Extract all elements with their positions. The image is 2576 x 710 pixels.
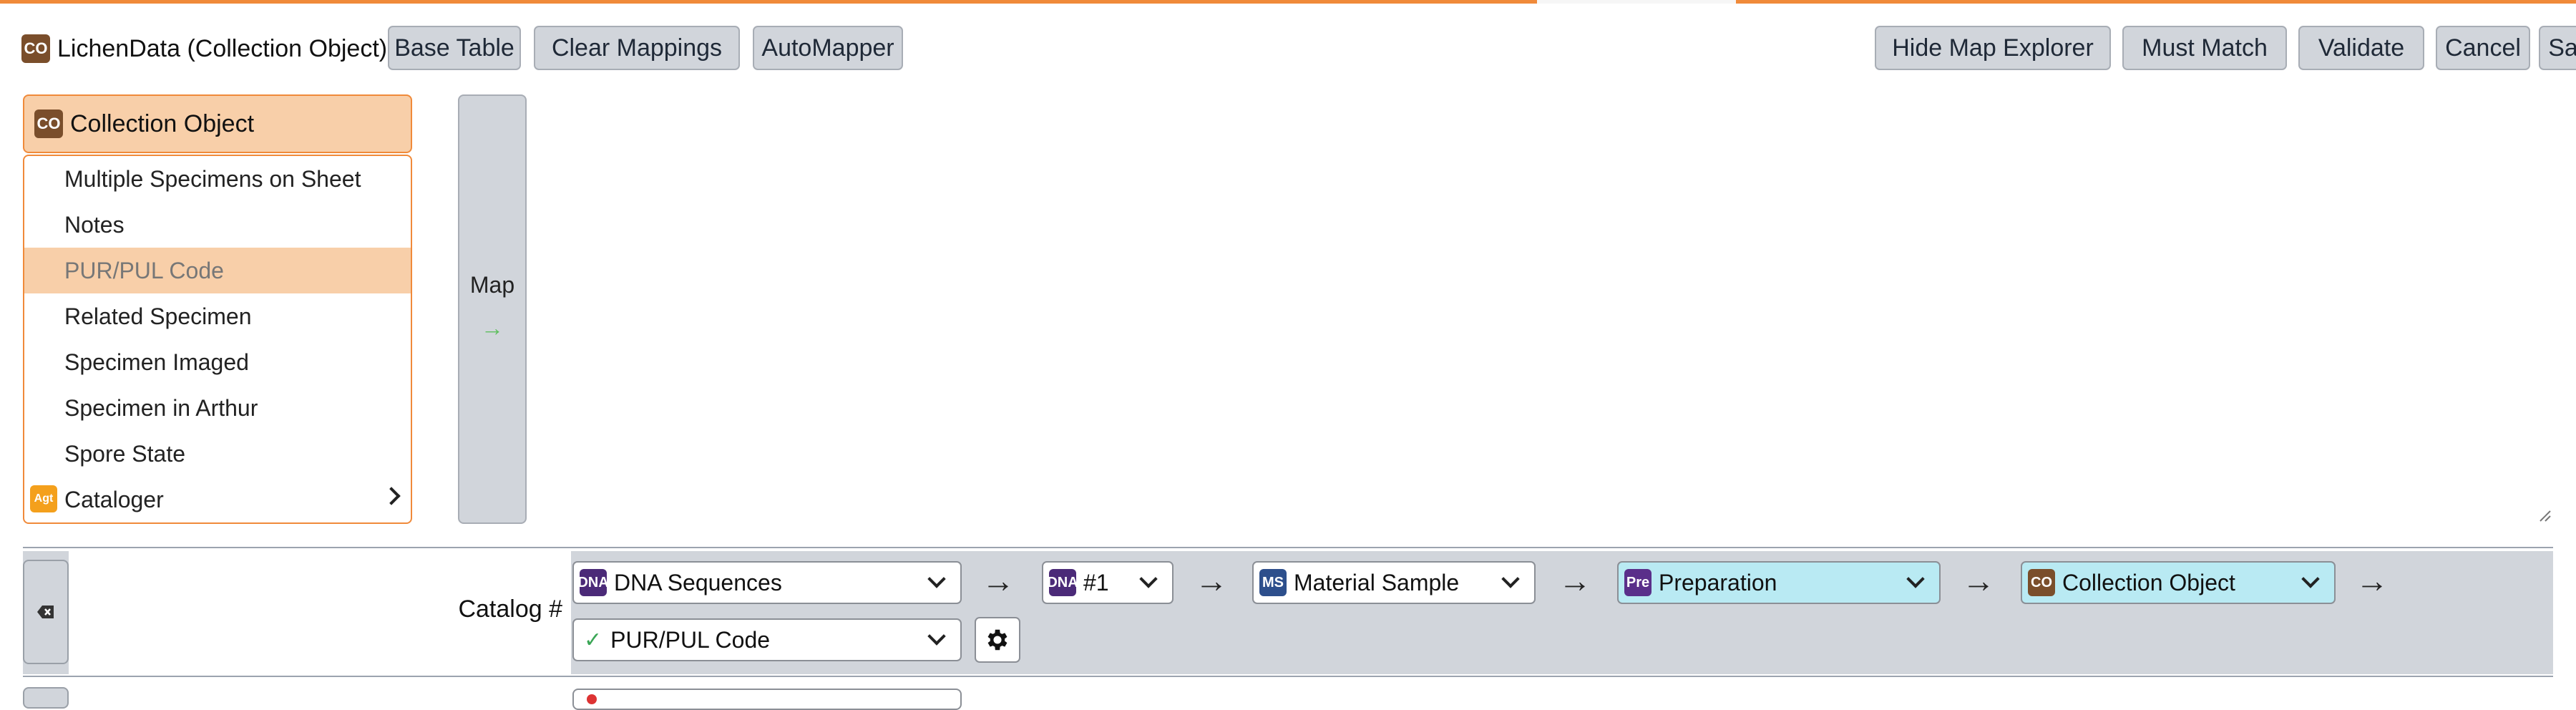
field-select-pur-pul-code[interactable]: ✓ PUR/PUL Code <box>572 618 962 661</box>
list-item-cataloger[interactable]: Agt Cataloger <box>24 477 411 522</box>
remove-mapping-button[interactable] <box>23 687 69 709</box>
save-button[interactable]: Save <box>2539 26 2576 70</box>
backspace-icon <box>37 606 54 618</box>
mapping-options-button[interactable] <box>975 617 1020 663</box>
chevron-down-icon <box>1501 570 1520 588</box>
chevron-down-icon <box>2301 570 2320 588</box>
pre-table-icon: Pre <box>1624 569 1652 596</box>
agent-table-icon: Agt <box>30 485 57 512</box>
dataset-title-text: LichenData (Collection Object) <box>57 34 388 62</box>
list-item[interactable]: Related Specimen <box>24 293 411 339</box>
list-item[interactable]: Spore State <box>24 431 411 477</box>
map-button-label: Map <box>469 272 515 298</box>
chevron-down-icon <box>1906 570 1925 588</box>
resize-grip-icon[interactable] <box>2539 510 2552 522</box>
list-item-label: PUR/PUL Code <box>64 257 224 283</box>
mapping-row-header-cell: Catalog # <box>69 551 571 674</box>
arrow-right-icon: → <box>1558 562 1591 599</box>
select-value: Material Sample <box>1294 569 1460 595</box>
dataset-title: CO LichenData (Collection Object) <box>21 33 387 64</box>
cancel-button[interactable]: Cancel <box>2436 26 2530 70</box>
column-header-label: Catalog # <box>458 595 562 623</box>
select-value: Preparation <box>1659 569 1777 595</box>
select-value: #1 <box>1083 569 1109 595</box>
validate-button[interactable]: Validate <box>2298 26 2424 70</box>
select-value: PUR/PUL Code <box>610 626 771 653</box>
path-select-index[interactable]: DNA #1 <box>1042 561 1174 604</box>
list-item-label: Related Specimen <box>64 303 252 329</box>
chevron-down-icon <box>927 627 946 646</box>
list-item[interactable]: Specimen in Arthur <box>24 385 411 431</box>
path-select-dna-sequences[interactable]: DNA DNA Sequences <box>572 561 962 604</box>
list-item-label: Multiple Specimens on Sheet <box>64 165 361 192</box>
co-table-icon: CO <box>34 110 63 138</box>
list-item-label: Spore State <box>64 440 185 467</box>
field-picker: CO Collection Object Multiple Specimens … <box>23 94 412 524</box>
base-table-button[interactable]: Base Table <box>388 26 521 70</box>
dna-table-icon: DNA <box>1047 569 1078 596</box>
picker-list: Multiple Specimens on Sheet Notes PUR/PU… <box>23 155 412 524</box>
arrow-right-icon: → <box>982 562 1015 599</box>
list-item-selected[interactable]: PUR/PUL Code <box>24 248 411 293</box>
arrow-right-icon: → <box>1195 562 1228 599</box>
ms-table-icon: MS <box>1259 569 1287 596</box>
path-select-material-sample[interactable]: MS Material Sample <box>1252 561 1536 604</box>
list-item[interactable]: Multiple Specimens on Sheet <box>24 156 411 202</box>
picker-header-label: Collection Object <box>70 110 255 137</box>
list-item[interactable]: Notes <box>24 202 411 248</box>
chevron-right-icon <box>382 487 401 505</box>
select-value: Collection Object <box>2062 569 2235 595</box>
dna-table-icon: DNA <box>577 569 609 596</box>
list-item-label: Notes <box>64 211 125 238</box>
path-select-preparation[interactable]: Pre Preparation <box>1617 561 1941 604</box>
top-accent-bar <box>0 0 2576 4</box>
clear-mappings-button[interactable]: Clear Mappings <box>534 26 740 70</box>
list-item-label: Cataloger <box>64 486 164 512</box>
gear-icon <box>987 629 1008 651</box>
remove-mapping-button[interactable] <box>23 560 69 664</box>
toolbar: CO LichenData (Collection Object) Base T… <box>21 26 2576 72</box>
status-dot-icon <box>587 694 597 704</box>
arrow-right-icon: → <box>481 315 504 341</box>
path-select[interactable] <box>572 689 962 710</box>
arrow-right-icon: → <box>1962 562 1995 599</box>
chevron-down-icon <box>927 570 946 588</box>
picker-header[interactable]: CO Collection Object <box>23 94 412 153</box>
hide-map-explorer-button[interactable]: Hide Map Explorer <box>1875 26 2111 70</box>
map-button[interactable]: Map → <box>458 94 527 524</box>
must-match-button[interactable]: Must Match <box>2122 26 2287 70</box>
arrow-right-icon: → <box>2356 562 2389 599</box>
list-item-label: Specimen Imaged <box>64 349 249 375</box>
co-table-icon: CO <box>2028 569 2055 596</box>
list-item-label: Specimen in Arthur <box>64 394 258 421</box>
automapper-button[interactable]: AutoMapper <box>753 26 903 70</box>
chevron-down-icon <box>1139 570 1158 588</box>
list-item[interactable]: Specimen Imaged <box>24 339 411 385</box>
divider <box>23 676 2553 677</box>
select-value: DNA Sequences <box>614 569 782 595</box>
check-icon: ✓ <box>584 628 602 652</box>
co-table-icon: CO <box>21 34 50 63</box>
path-select-collection-object[interactable]: CO Collection Object <box>2021 561 2336 604</box>
divider <box>23 547 2553 548</box>
